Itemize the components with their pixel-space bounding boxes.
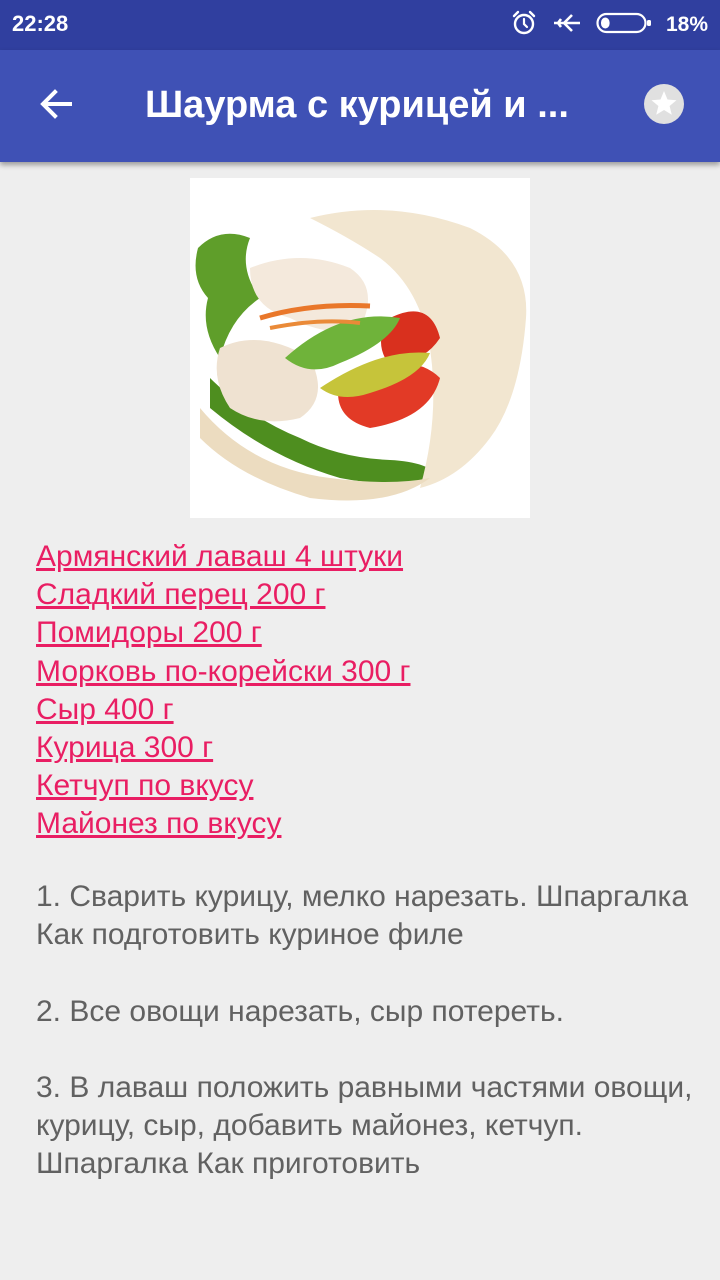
ingredient-link[interactable]: Курица 300 г xyxy=(36,729,696,767)
ingredient-link[interactable]: Помидоры 200 г xyxy=(36,614,696,652)
arrow-back-icon xyxy=(36,84,76,129)
battery-percent: 18% xyxy=(665,13,708,36)
ingredient-link[interactable]: Морковь по-корейски 300 г xyxy=(36,653,696,691)
ingredient-link[interactable]: Майонез по вкусу xyxy=(36,805,696,843)
ingredient-link[interactable]: Кетчуп по вкусу xyxy=(36,767,696,805)
ingredient-link[interactable]: Сыр 400 г xyxy=(36,691,696,729)
recipe-step: 1. Сварить курицу, мелко нарезать. Шпарг… xyxy=(36,880,689,952)
ingredients-list: Армянский лаваш 4 штуки Сладкий перец 20… xyxy=(36,538,696,844)
recipe-step: 2. Все овощи нарезать, сыр потереть. xyxy=(36,994,564,1028)
shawarma-photo xyxy=(190,178,530,518)
steps-list: 1. Сварить курицу, мелко нарезать. Шпарг… xyxy=(36,878,696,1222)
ingredient-link[interactable]: Сладкий перец 200 г xyxy=(36,576,696,614)
status-bar: 22:28 18% xyxy=(0,0,720,50)
favorite-button[interactable] xyxy=(634,76,694,136)
status-time: 22:28 xyxy=(12,11,69,36)
page-title: Шаурма с курицей и ... xyxy=(145,84,569,126)
toolbar: Шаурма с курицей и ... xyxy=(0,50,720,162)
battery-icon xyxy=(596,11,652,40)
status-icons: 18% xyxy=(510,8,708,42)
star-icon xyxy=(642,82,686,131)
recipe-step: 3. В лаваш положить равными частями овощ… xyxy=(36,1070,693,1181)
recipe-image xyxy=(190,178,530,518)
airplane-mode-icon xyxy=(552,9,582,42)
alarm-icon xyxy=(510,9,538,42)
ingredient-link[interactable]: Армянский лаваш 4 штуки xyxy=(36,538,696,576)
back-button[interactable] xyxy=(28,78,84,134)
